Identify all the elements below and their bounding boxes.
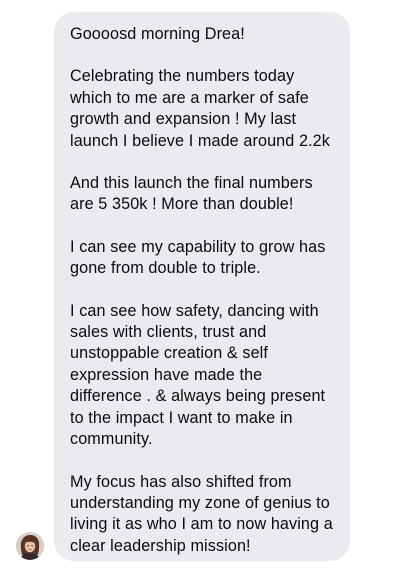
message-paragraph: I can see how safety, dancing with sales… (70, 301, 326, 449)
message-paragraph: Goooosd morning Drea! (70, 25, 245, 43)
profile-avatar-icon (16, 532, 44, 560)
incoming-message-bubble[interactable]: Goooosd morning Drea! Celebrating the nu… (54, 12, 350, 561)
message-paragraph: Celebrating the numbers today which to m… (70, 67, 330, 150)
message-paragraph: I can see my capability to grow has gone… (70, 237, 326, 278)
sender-avatar[interactable] (16, 532, 44, 560)
message-paragraph: My focus has also shifted from understan… (70, 472, 333, 555)
message-paragraph: And this launch the final numbers are 5 … (70, 174, 313, 214)
chat-screen: Goooosd morning Drea! Celebrating the nu… (0, 0, 400, 570)
